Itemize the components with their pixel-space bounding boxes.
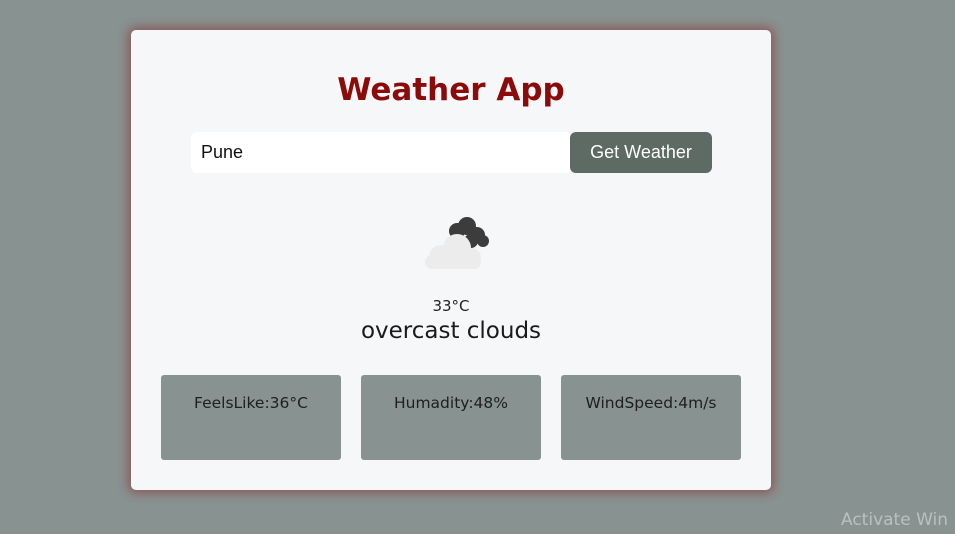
wind-speed-label: WindSpeed:4m/s xyxy=(585,394,717,412)
feels-like-box: FeelsLike:36°C xyxy=(161,375,341,460)
overcast-clouds-icon xyxy=(425,217,489,269)
activation-watermark: Activate Win xyxy=(841,510,949,530)
humidity-box: Humadity:48% xyxy=(361,375,541,460)
wind-speed-box: WindSpeed:4m/s xyxy=(561,375,741,460)
feels-like-label: FeelsLike:36°C xyxy=(194,394,308,412)
app-title: Weather App xyxy=(337,72,565,108)
city-input[interactable] xyxy=(191,132,571,173)
get-weather-button[interactable]: Get Weather xyxy=(570,132,712,173)
humidity-label: Humadity:48% xyxy=(393,394,509,412)
temperature: 33°C xyxy=(432,297,470,315)
weather-description: overcast clouds xyxy=(360,318,542,344)
page: Weather App Get Weather 33°C over xyxy=(0,0,955,534)
weather-card: Weather App Get Weather 33°C over xyxy=(131,30,771,490)
search-bar: Get Weather xyxy=(191,132,712,173)
